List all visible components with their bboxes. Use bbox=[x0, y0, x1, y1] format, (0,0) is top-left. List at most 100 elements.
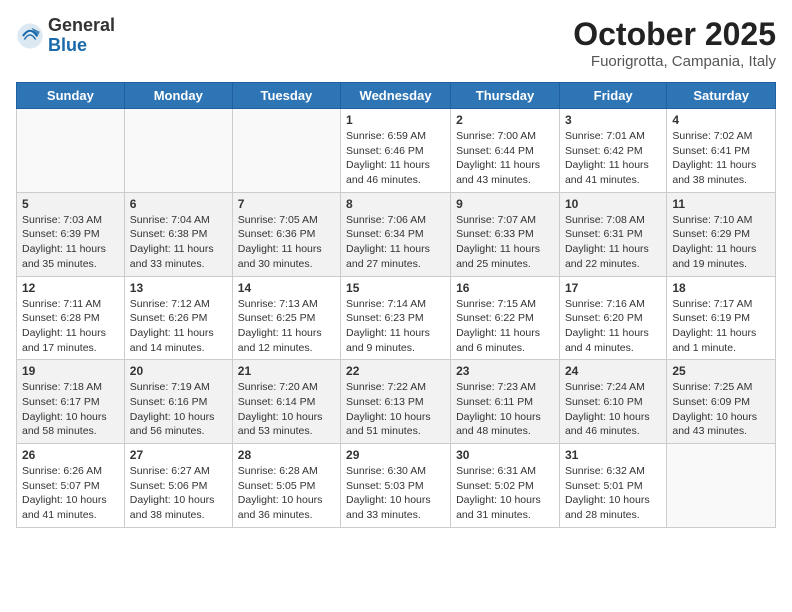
day-info: Sunrise: 6:59 AM Sunset: 6:46 PM Dayligh… bbox=[346, 129, 445, 188]
day-info: Sunrise: 7:10 AM Sunset: 6:29 PM Dayligh… bbox=[672, 213, 770, 272]
day-info: Sunrise: 6:30 AM Sunset: 5:03 PM Dayligh… bbox=[346, 464, 445, 523]
day-number: 23 bbox=[456, 364, 554, 378]
calendar-cell: 20 Sunrise: 7:19 AM Sunset: 6:16 PM Dayli… bbox=[124, 360, 232, 444]
day-number: 13 bbox=[130, 281, 227, 295]
day-info: Sunrise: 7:18 AM Sunset: 6:17 PM Dayligh… bbox=[22, 380, 119, 439]
calendar-cell: 3 Sunrise: 7:01 AM Sunset: 6:42 PM Daylig… bbox=[559, 109, 666, 193]
logo-general-text: General bbox=[48, 16, 115, 36]
logo-blue-text: Blue bbox=[48, 36, 115, 56]
day-number: 27 bbox=[130, 448, 227, 462]
calendar-cell: 30Sunrise: 6:31 AM Sunset: 5:02 PM Dayli… bbox=[451, 444, 560, 528]
day-number: 18 bbox=[672, 281, 770, 295]
calendar-cell bbox=[232, 109, 340, 193]
day-number: 29 bbox=[346, 448, 445, 462]
day-info: Sunrise: 7:23 AM Sunset: 6:11 PM Dayligh… bbox=[456, 380, 554, 439]
col-header-sunday: Sunday bbox=[17, 83, 125, 109]
day-number: 4 bbox=[672, 113, 770, 127]
day-info: Sunrise: 6:26 AM Sunset: 5:07 PM Dayligh… bbox=[22, 464, 119, 523]
calendar-cell: 9 Sunrise: 7:07 AM Sunset: 6:33 PM Daylig… bbox=[451, 192, 560, 276]
calendar-cell: 25 Sunrise: 7:25 AM Sunset: 6:09 PM Dayli… bbox=[667, 360, 776, 444]
day-info: Sunrise: 7:01 AM Sunset: 6:42 PM Dayligh… bbox=[565, 129, 661, 188]
calendar-cell: 29 Sunrise: 6:30 AM Sunset: 5:03 PM Dayli… bbox=[341, 444, 451, 528]
day-number: 2 bbox=[456, 113, 554, 127]
calendar-cell: 1 Sunrise: 6:59 AM Sunset: 6:46 PM Daylig… bbox=[341, 109, 451, 193]
calendar-week-1: 1 Sunrise: 6:59 AM Sunset: 6:46 PM Daylig… bbox=[17, 109, 776, 193]
calendar-week-3: 12 Sunrise: 7:11 AM Sunset: 6:28 PM Dayli… bbox=[17, 276, 776, 360]
day-number: 15 bbox=[346, 281, 445, 295]
calendar-cell: 4 Sunrise: 7:02 AM Sunset: 6:41 PM Daylig… bbox=[667, 109, 776, 193]
logo-icon bbox=[16, 22, 44, 50]
calendar-cell: 23 Sunrise: 7:23 AM Sunset: 6:11 PM Dayli… bbox=[451, 360, 560, 444]
day-number: 28 bbox=[238, 448, 335, 462]
day-info: Sunrise: 6:31 AM Sunset: 5:02 PM Dayligh… bbox=[456, 464, 554, 523]
day-number: 10 bbox=[565, 197, 661, 211]
day-number: 22 bbox=[346, 364, 445, 378]
day-number: 11 bbox=[672, 197, 770, 211]
day-number: 5 bbox=[22, 197, 119, 211]
day-info: Sunrise: 7:07 AM Sunset: 6:33 PM Dayligh… bbox=[456, 213, 554, 272]
day-number: 9 bbox=[456, 197, 554, 211]
calendar-cell: 26Sunrise: 6:26 AM Sunset: 5:07 PM Dayli… bbox=[17, 444, 125, 528]
day-info: Sunrise: 7:06 AM Sunset: 6:34 PM Dayligh… bbox=[346, 213, 445, 272]
day-info: Sunrise: 7:05 AM Sunset: 6:36 PM Dayligh… bbox=[238, 213, 335, 272]
day-number: 21 bbox=[238, 364, 335, 378]
day-info: Sunrise: 7:25 AM Sunset: 6:09 PM Dayligh… bbox=[672, 380, 770, 439]
day-info: Sunrise: 7:13 AM Sunset: 6:25 PM Dayligh… bbox=[238, 297, 335, 356]
calendar-cell: 6 Sunrise: 7:04 AM Sunset: 6:38 PM Daylig… bbox=[124, 192, 232, 276]
day-number: 14 bbox=[238, 281, 335, 295]
day-number: 8 bbox=[346, 197, 445, 211]
day-info: Sunrise: 7:16 AM Sunset: 6:20 PM Dayligh… bbox=[565, 297, 661, 356]
day-info: Sunrise: 7:03 AM Sunset: 6:39 PM Dayligh… bbox=[22, 213, 119, 272]
calendar-cell: 17 Sunrise: 7:16 AM Sunset: 6:20 PM Dayli… bbox=[559, 276, 666, 360]
day-info: Sunrise: 7:19 AM Sunset: 6:16 PM Dayligh… bbox=[130, 380, 227, 439]
calendar-cell: 22 Sunrise: 7:22 AM Sunset: 6:13 PM Dayli… bbox=[341, 360, 451, 444]
day-number: 6 bbox=[130, 197, 227, 211]
day-info: Sunrise: 7:00 AM Sunset: 6:44 PM Dayligh… bbox=[456, 129, 554, 188]
calendar-cell: 13Sunrise: 7:12 AM Sunset: 6:26 PM Dayli… bbox=[124, 276, 232, 360]
month-title: October 2025 bbox=[573, 16, 776, 53]
calendar-header-row: SundayMondayTuesdayWednesdayThursdayFrid… bbox=[17, 83, 776, 109]
col-header-tuesday: Tuesday bbox=[232, 83, 340, 109]
calendar-cell: 14 Sunrise: 7:13 AM Sunset: 6:25 PM Dayli… bbox=[232, 276, 340, 360]
day-info: Sunrise: 7:15 AM Sunset: 6:22 PM Dayligh… bbox=[456, 297, 554, 356]
day-number: 20 bbox=[130, 364, 227, 378]
day-info: Sunrise: 7:04 AM Sunset: 6:38 PM Dayligh… bbox=[130, 213, 227, 272]
calendar-cell: 8 Sunrise: 7:06 AM Sunset: 6:34 PM Daylig… bbox=[341, 192, 451, 276]
calendar-table: SundayMondayTuesdayWednesdayThursdayFrid… bbox=[16, 82, 776, 528]
day-info: Sunrise: 6:32 AM Sunset: 5:01 PM Dayligh… bbox=[565, 464, 661, 523]
col-header-thursday: Thursday bbox=[451, 83, 560, 109]
calendar-cell: 2 Sunrise: 7:00 AM Sunset: 6:44 PM Daylig… bbox=[451, 109, 560, 193]
calendar-cell: 18Sunrise: 7:17 AM Sunset: 6:19 PM Dayli… bbox=[667, 276, 776, 360]
day-info: Sunrise: 7:24 AM Sunset: 6:10 PM Dayligh… bbox=[565, 380, 661, 439]
calendar-cell bbox=[17, 109, 125, 193]
day-info: Sunrise: 6:28 AM Sunset: 5:05 PM Dayligh… bbox=[238, 464, 335, 523]
day-info: Sunrise: 7:11 AM Sunset: 6:28 PM Dayligh… bbox=[22, 297, 119, 356]
day-info: Sunrise: 7:02 AM Sunset: 6:41 PM Dayligh… bbox=[672, 129, 770, 188]
day-info: Sunrise: 7:22 AM Sunset: 6:13 PM Dayligh… bbox=[346, 380, 445, 439]
calendar-week-2: 5 Sunrise: 7:03 AM Sunset: 6:39 PM Daylig… bbox=[17, 192, 776, 276]
day-number: 3 bbox=[565, 113, 661, 127]
page-header: General Blue October 2025 Fuorigrotta, C… bbox=[16, 16, 776, 70]
day-info: Sunrise: 7:20 AM Sunset: 6:14 PM Dayligh… bbox=[238, 380, 335, 439]
logo: General Blue bbox=[16, 16, 115, 56]
calendar-week-4: 19Sunrise: 7:18 AM Sunset: 6:17 PM Dayli… bbox=[17, 360, 776, 444]
calendar-cell: 19Sunrise: 7:18 AM Sunset: 6:17 PM Dayli… bbox=[17, 360, 125, 444]
calendar-cell: 11 Sunrise: 7:10 AM Sunset: 6:29 PM Dayli… bbox=[667, 192, 776, 276]
calendar-cell: 7Sunrise: 7:05 AM Sunset: 6:36 PM Daylig… bbox=[232, 192, 340, 276]
calendar-cell bbox=[124, 109, 232, 193]
day-number: 24 bbox=[565, 364, 661, 378]
day-number: 25 bbox=[672, 364, 770, 378]
calendar-cell: 31Sunrise: 6:32 AM Sunset: 5:01 PM Dayli… bbox=[559, 444, 666, 528]
day-number: 1 bbox=[346, 113, 445, 127]
day-number: 12 bbox=[22, 281, 119, 295]
col-header-wednesday: Wednesday bbox=[341, 83, 451, 109]
title-block: October 2025 Fuorigrotta, Campania, Ital… bbox=[573, 16, 776, 70]
calendar-cell: 12 Sunrise: 7:11 AM Sunset: 6:28 PM Dayli… bbox=[17, 276, 125, 360]
day-info: Sunrise: 6:27 AM Sunset: 5:06 PM Dayligh… bbox=[130, 464, 227, 523]
calendar-cell: 16 Sunrise: 7:15 AM Sunset: 6:22 PM Dayli… bbox=[451, 276, 560, 360]
logo-text: General Blue bbox=[48, 16, 115, 56]
day-number: 17 bbox=[565, 281, 661, 295]
col-header-monday: Monday bbox=[124, 83, 232, 109]
col-header-friday: Friday bbox=[559, 83, 666, 109]
day-number: 16 bbox=[456, 281, 554, 295]
